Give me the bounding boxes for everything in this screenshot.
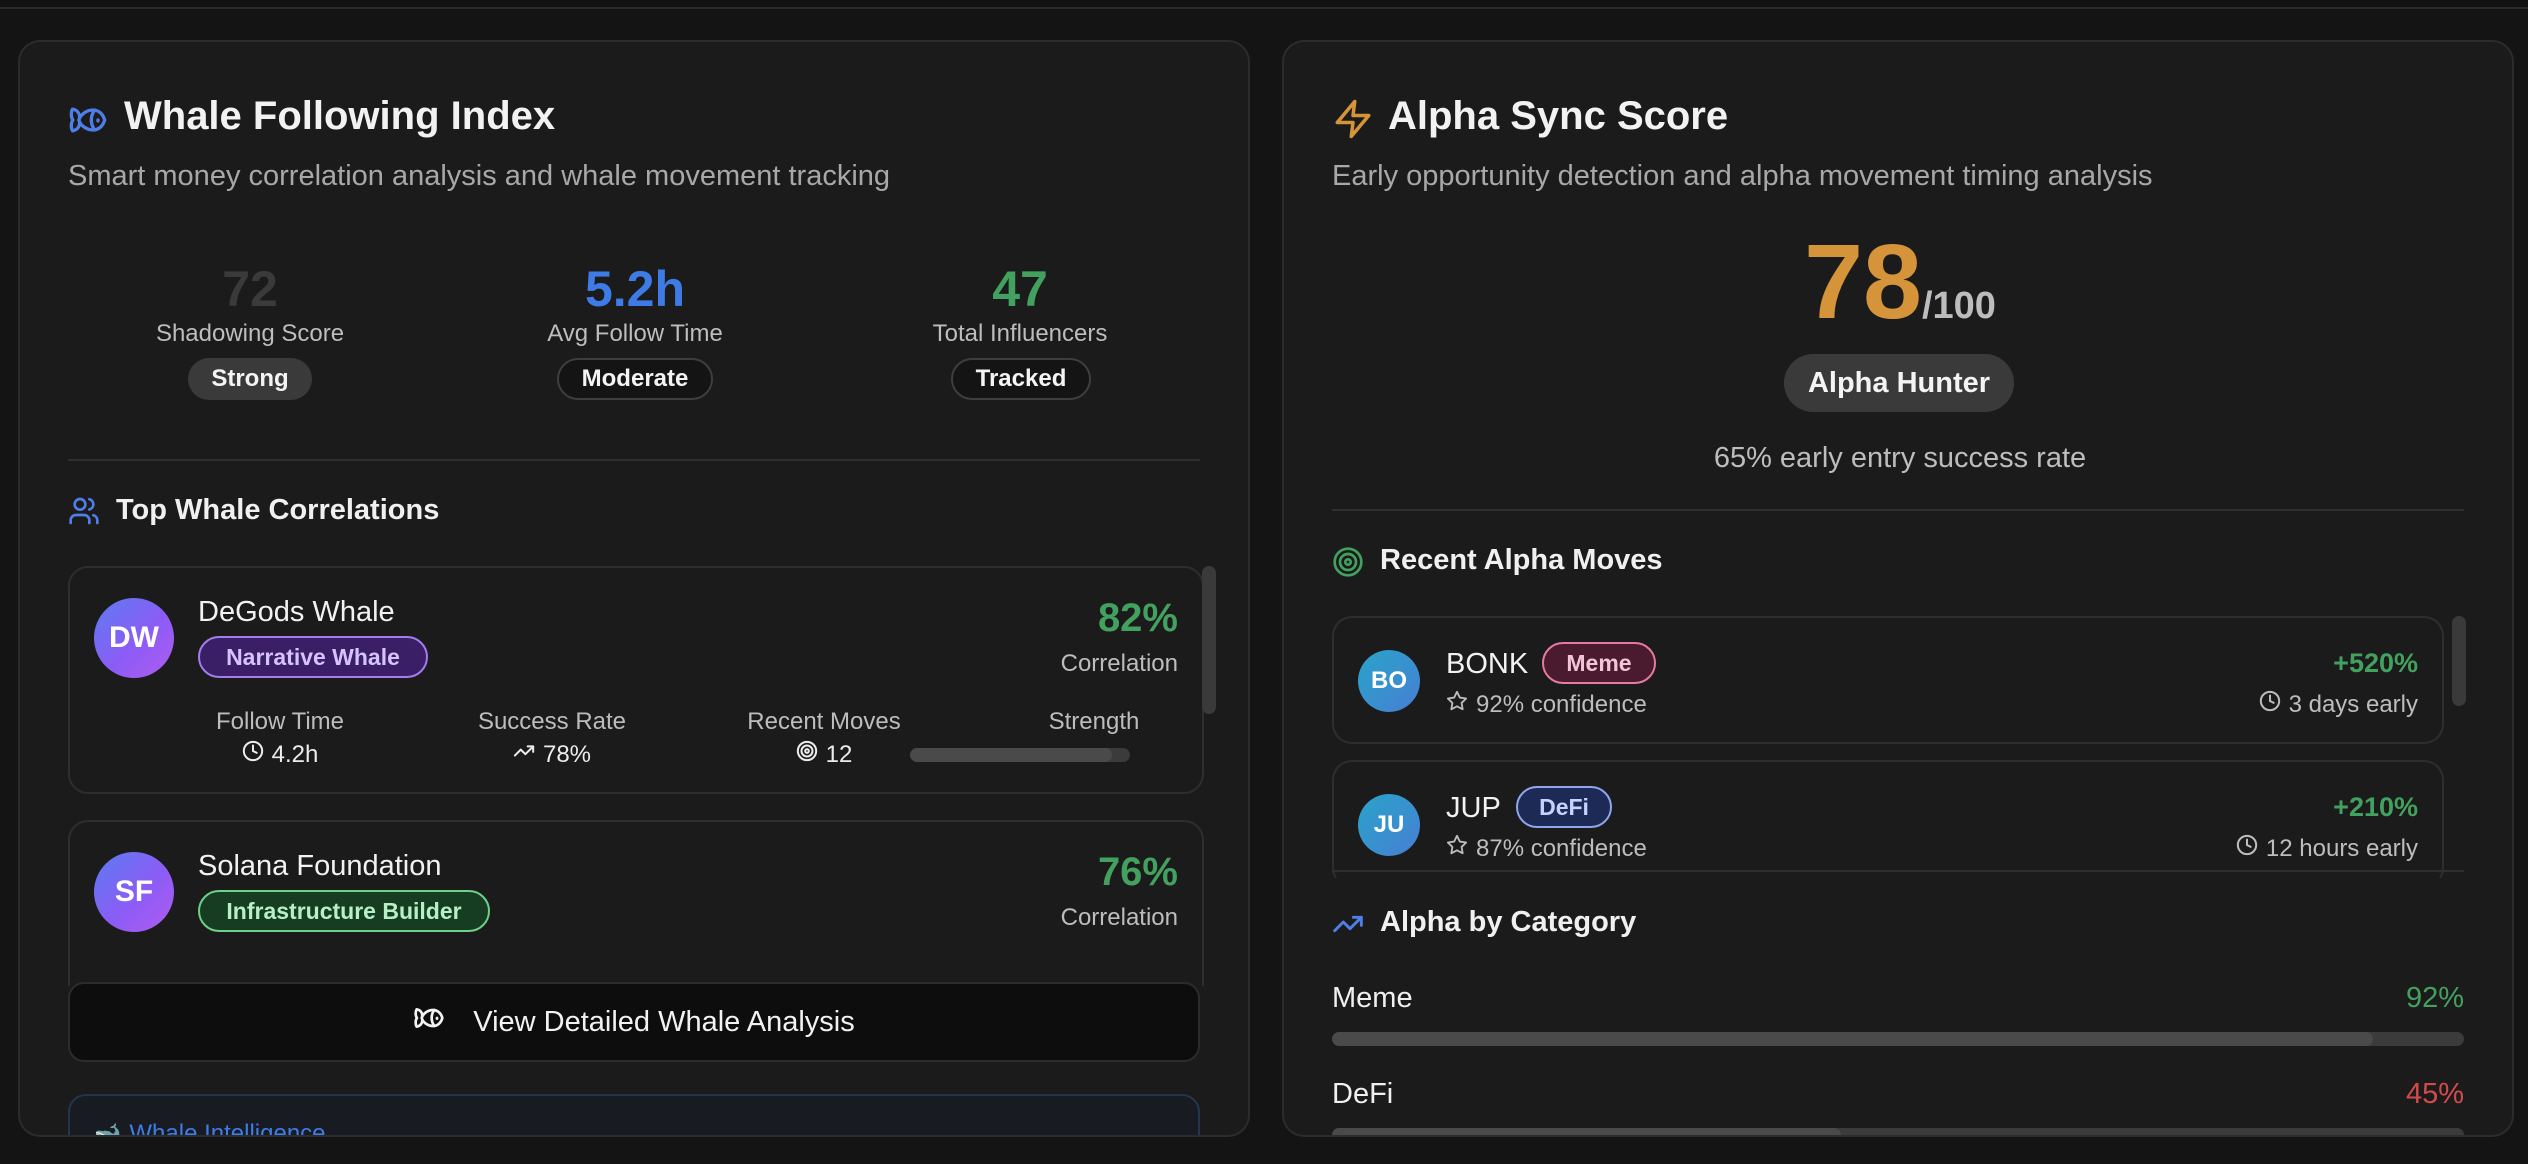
strength-bar bbox=[910, 748, 1130, 762]
shadowing-score-label: Shadowing Score bbox=[155, 320, 345, 347]
alpha-score: 78/100 bbox=[1284, 222, 2512, 343]
timing: 12 hours early bbox=[2236, 834, 2418, 863]
whale-type-tag: Infrastructure Builder bbox=[198, 890, 490, 932]
avg-follow-time-value: 5.2h bbox=[584, 261, 686, 317]
gain-value: +520% bbox=[2333, 648, 2418, 678]
recent-moves-label: Recent Moves bbox=[747, 708, 901, 735]
category-bar bbox=[1332, 1128, 2464, 1135]
success-rate-value: 78% bbox=[432, 740, 672, 769]
follow-time-label: Follow Time bbox=[215, 708, 345, 735]
star-icon bbox=[1446, 690, 1468, 719]
lightning-icon bbox=[1332, 98, 1374, 140]
clock-icon bbox=[242, 740, 264, 769]
button-label: View Detailed Whale Analysis bbox=[473, 1005, 855, 1038]
whale-following-card: Whale Following Index Smart money correl… bbox=[18, 40, 1250, 1137]
avatar: JU bbox=[1358, 794, 1420, 856]
card-subtitle: Smart money correlation analysis and wha… bbox=[68, 160, 891, 192]
category-name: DeFi bbox=[1332, 1078, 1394, 1110]
score-value: 78 bbox=[1804, 223, 1922, 341]
shadowing-score-value: 72 bbox=[222, 261, 278, 317]
status-badge: Moderate bbox=[557, 358, 713, 400]
card-subtitle: Early opportunity detection and alpha mo… bbox=[1332, 160, 2153, 192]
whale-name: Solana Foundation bbox=[198, 850, 442, 882]
target-icon bbox=[1332, 546, 1364, 578]
correlation-percent: 76% bbox=[1097, 850, 1178, 894]
strength-label: Strength bbox=[1048, 708, 1140, 735]
token-name: BONK bbox=[1446, 648, 1529, 680]
list-item[interactable]: BO BONK Meme 92% confidence +520% 3 days… bbox=[1332, 616, 2444, 744]
score-denominator: /100 bbox=[1921, 285, 1996, 327]
status-badge: Tracked bbox=[951, 358, 1091, 400]
category-bar bbox=[1332, 1032, 2464, 1046]
avg-follow-time-label: Avg Follow Time bbox=[547, 320, 723, 347]
trending-up-icon bbox=[1332, 908, 1364, 940]
avatar: BO bbox=[1358, 650, 1420, 712]
top-border bbox=[0, 0, 2528, 9]
scrollbar[interactable] bbox=[1202, 566, 1216, 714]
divider bbox=[68, 459, 1200, 461]
whale-name: DeGods Whale bbox=[198, 596, 395, 628]
gain-value: +210% bbox=[2333, 792, 2418, 822]
avatar: DW bbox=[94, 598, 174, 678]
star-icon bbox=[1446, 834, 1468, 863]
users-icon bbox=[68, 495, 100, 527]
fish-icon bbox=[413, 1002, 445, 1042]
correlation-label: Correlation bbox=[1060, 904, 1178, 931]
correlation-label: Correlation bbox=[1060, 650, 1178, 677]
target-icon bbox=[796, 740, 818, 769]
rank-badge: Alpha Hunter bbox=[1784, 354, 2014, 412]
category-percent: 45% bbox=[2405, 1078, 2464, 1110]
category-bar-fill bbox=[1332, 1128, 1842, 1135]
confidence: 87% confidence bbox=[1446, 834, 1647, 863]
confidence: 92% confidence bbox=[1446, 690, 1647, 719]
section-title: Top Whale Correlations bbox=[116, 494, 440, 526]
whale-correlations-list[interactable]: DW DeGods Whale Narrative Whale 82% Corr… bbox=[68, 566, 1228, 986]
token-name: JUP bbox=[1446, 792, 1501, 824]
fish-icon bbox=[68, 100, 108, 140]
clock-icon bbox=[2259, 690, 2281, 719]
success-rate-label: Success Rate bbox=[477, 708, 627, 735]
alpha-moves-list[interactable]: BO BONK Meme 92% confidence +520% 3 days… bbox=[1332, 616, 2492, 878]
card-title: Whale Following Index bbox=[124, 94, 556, 138]
intel-title: Whale Intelligence bbox=[129, 1120, 326, 1137]
list-item[interactable]: DW DeGods Whale Narrative Whale 82% Corr… bbox=[68, 566, 1204, 794]
success-rate-text: 65% early entry success rate bbox=[1713, 442, 2087, 474]
category-tag: DeFi bbox=[1516, 786, 1612, 828]
divider bbox=[1332, 870, 2464, 872]
list-item[interactable]: SF Solana Foundation Infrastructure Buil… bbox=[68, 820, 1204, 986]
whale-icon: 🐋 bbox=[94, 1121, 122, 1137]
total-influencers-label: Total Influencers bbox=[932, 320, 1108, 347]
divider bbox=[1332, 509, 2464, 511]
scrollbar[interactable] bbox=[2452, 616, 2466, 706]
total-influencers-value: 47 bbox=[992, 261, 1048, 317]
category-bar-fill bbox=[1332, 1032, 2374, 1046]
timing: 3 days early bbox=[2259, 690, 2418, 719]
avatar: SF bbox=[94, 852, 174, 932]
strength-bar-fill bbox=[910, 748, 1113, 762]
category-percent: 92% bbox=[2405, 982, 2464, 1014]
clock-icon bbox=[2236, 834, 2258, 863]
trending-up-icon bbox=[513, 740, 535, 769]
correlation-percent: 82% bbox=[1097, 596, 1178, 640]
whale-intelligence-panel: 🐋 Whale Intelligence bbox=[68, 1094, 1200, 1137]
section-title: Alpha by Category bbox=[1380, 906, 1637, 938]
follow-time-value: 4.2h bbox=[160, 740, 400, 769]
recent-moves-value: 12 bbox=[704, 740, 944, 769]
section-title: Recent Alpha Moves bbox=[1380, 544, 1663, 576]
card-title: Alpha Sync Score bbox=[1388, 94, 1729, 138]
category-name: Meme bbox=[1332, 982, 1413, 1014]
alpha-sync-card: Alpha Sync Score Early opportunity detec… bbox=[1282, 40, 2514, 1137]
whale-type-tag: Narrative Whale bbox=[198, 636, 428, 678]
status-badge: Strong bbox=[188, 358, 312, 400]
view-whale-analysis-button[interactable]: View Detailed Whale Analysis bbox=[68, 982, 1200, 1062]
category-tag: Meme bbox=[1542, 642, 1656, 684]
list-item[interactable]: JU JUP DeFi 87% confidence +210% 12 hour… bbox=[1332, 760, 2444, 878]
